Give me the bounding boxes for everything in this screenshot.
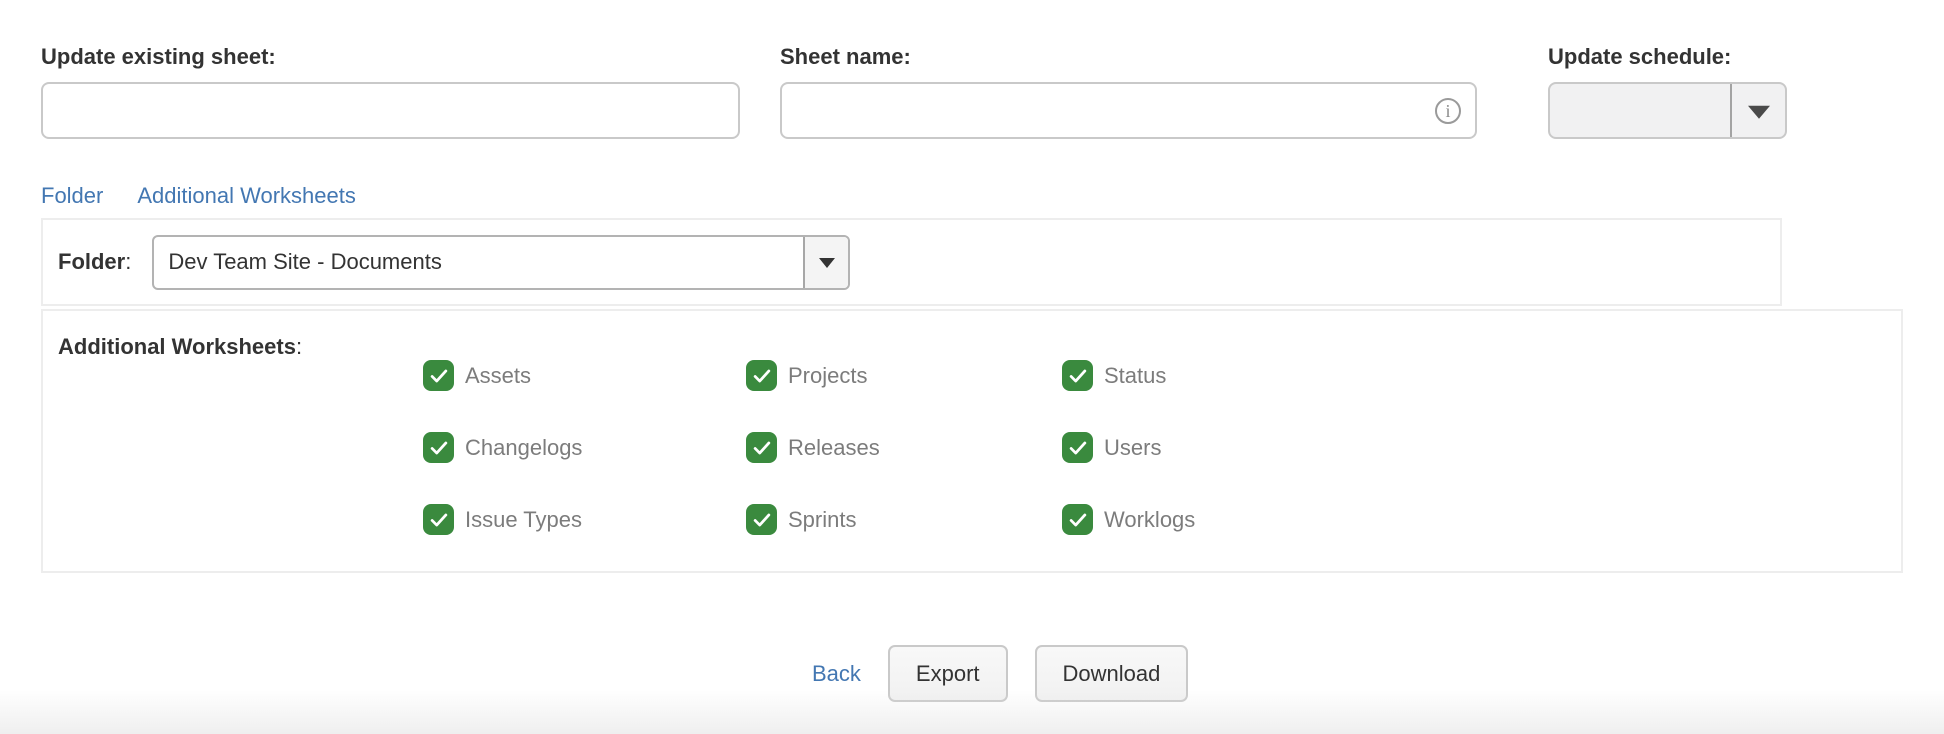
worksheet-checkbox-item[interactable]: Assets [423, 360, 746, 391]
worksheet-label: Changelogs [465, 435, 582, 461]
chevron-down-icon [1748, 105, 1770, 118]
check-icon [428, 437, 450, 459]
update-schedule-field-group: Update schedule: [1548, 44, 1787, 139]
checkbox-checked-icon[interactable] [1062, 432, 1093, 463]
folder-panel: Folder: Dev Team Site - Documents [41, 218, 1782, 306]
worksheet-label: Releases [788, 435, 880, 461]
check-icon [428, 509, 450, 531]
check-icon [428, 365, 450, 387]
chevron-down-icon [819, 258, 835, 268]
export-dialog: Update existing sheet: Sheet name: i Upd… [0, 0, 1944, 734]
checkbox-checked-icon[interactable] [746, 504, 777, 535]
check-icon [1067, 509, 1089, 531]
checkbox-checked-icon[interactable] [746, 432, 777, 463]
folder-select[interactable]: Dev Team Site - Documents [152, 235, 850, 290]
tab-additional-worksheets[interactable]: Additional Worksheets [137, 183, 356, 209]
checkbox-checked-icon[interactable] [1062, 360, 1093, 391]
sheet-name-field-group: Sheet name: i [780, 44, 1477, 139]
sheet-name-label: Sheet name: [780, 44, 1477, 70]
additional-worksheets-title: Additional Worksheets: [58, 334, 302, 360]
update-schedule-label: Update schedule: [1548, 44, 1787, 70]
folder-dropdown-button[interactable] [805, 237, 848, 288]
check-icon [751, 365, 773, 387]
worksheet-label: Worklogs [1104, 507, 1195, 533]
back-link[interactable]: Back [812, 661, 861, 687]
section-tabs: Folder Additional Worksheets [41, 183, 356, 209]
worksheet-label: Issue Types [465, 507, 582, 533]
worksheet-checkbox-item[interactable]: Status [1062, 360, 1382, 391]
worksheet-checkbox-item[interactable]: Changelogs [423, 432, 746, 463]
update-schedule-dropdown-button[interactable] [1732, 84, 1785, 137]
worksheet-checkbox-item[interactable]: Sprints [746, 504, 1062, 535]
check-icon [751, 437, 773, 459]
checkbox-checked-icon[interactable] [423, 360, 454, 391]
worksheets-checkbox-grid: Assets Projects [423, 360, 1382, 535]
worksheet-checkbox-item[interactable]: Releases [746, 432, 1062, 463]
update-existing-sheet-label: Update existing sheet: [41, 44, 740, 70]
worksheet-checkbox-item[interactable]: Projects [746, 360, 1062, 391]
folder-label: Folder: [58, 249, 131, 275]
update-schedule-select[interactable] [1548, 82, 1787, 139]
checkbox-checked-icon[interactable] [423, 432, 454, 463]
worksheet-checkbox-item[interactable]: Users [1062, 432, 1382, 463]
worksheet-label: Sprints [788, 507, 856, 533]
sheet-name-input[interactable] [780, 82, 1477, 139]
tab-folder[interactable]: Folder [41, 183, 103, 209]
worksheet-label: Users [1104, 435, 1161, 461]
info-icon[interactable]: i [1435, 98, 1461, 124]
export-button[interactable]: Export [888, 645, 1008, 702]
worksheet-label: Assets [465, 363, 531, 389]
checkbox-checked-icon[interactable] [423, 504, 454, 535]
check-icon [1067, 365, 1089, 387]
footer-actions: Back Export Download [812, 645, 1188, 702]
check-icon [1067, 437, 1089, 459]
additional-worksheets-panel: Additional Worksheets: Assets [41, 309, 1903, 573]
update-existing-sheet-field-group: Update existing sheet: [41, 44, 740, 139]
worksheet-label: Status [1104, 363, 1166, 389]
update-existing-sheet-input[interactable] [41, 82, 740, 139]
checkbox-checked-icon[interactable] [746, 360, 777, 391]
worksheet-checkbox-item[interactable]: Worklogs [1062, 504, 1382, 535]
check-icon [751, 509, 773, 531]
worksheet-label: Projects [788, 363, 867, 389]
download-button[interactable]: Download [1035, 645, 1189, 702]
worksheet-checkbox-item[interactable]: Issue Types [423, 504, 746, 535]
checkbox-checked-icon[interactable] [1062, 504, 1093, 535]
folder-selected-value: Dev Team Site - Documents [168, 249, 441, 275]
